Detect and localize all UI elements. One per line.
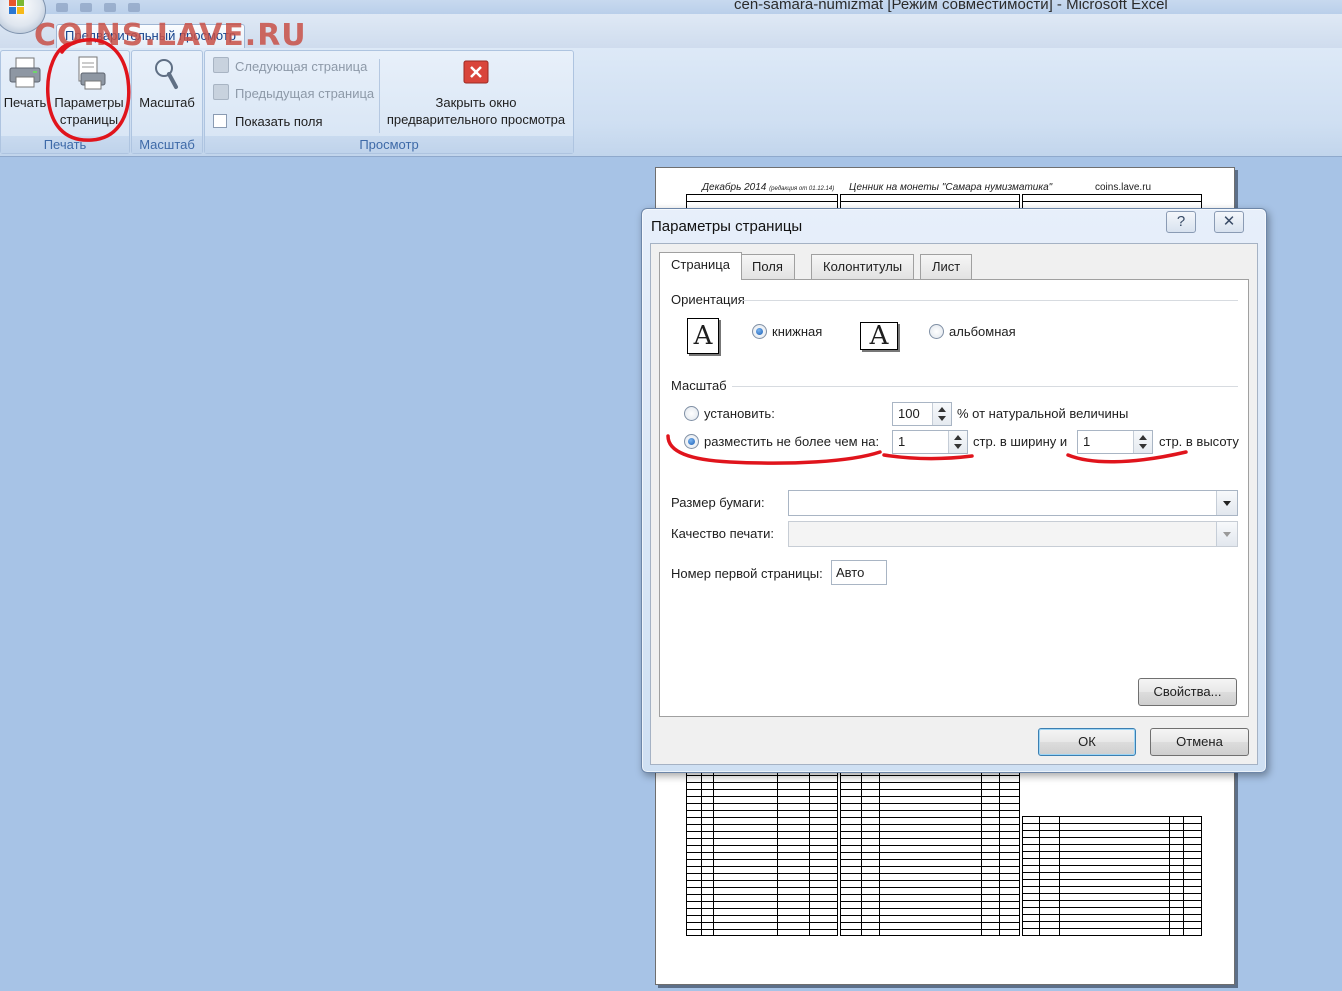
- ok-button[interactable]: ОК: [1038, 728, 1136, 756]
- orientation-heading: Ориентация: [671, 292, 745, 307]
- portrait-icon: A: [687, 318, 719, 354]
- scale-fit-radio[interactable]: [684, 434, 699, 449]
- fit-width-value: 1: [898, 434, 906, 449]
- ribbon: Печать Параметры страницы Печать Масштаб…: [0, 48, 1342, 157]
- first-page-number-label: Номер первой страницы:: [671, 566, 823, 581]
- next-page-icon: [213, 57, 229, 73]
- price-table-3-bottom: [1022, 816, 1202, 936]
- scale-percent-value: 100: [898, 406, 920, 421]
- tab-sheet[interactable]: Лист: [920, 254, 973, 279]
- landscape-icon: A: [860, 322, 898, 350]
- close-preview-button[interactable]: Закрыть окно предварительного просмотра: [381, 55, 571, 128]
- paper-size-label: Размер бумаги:: [671, 495, 765, 510]
- tab-page[interactable]: Страница: [659, 252, 742, 280]
- spinner-arrows-icon[interactable]: [948, 431, 967, 453]
- fit-width-suffix: стр. в ширину и: [973, 434, 1068, 449]
- close-icon[interactable]: ✕: [1214, 211, 1244, 233]
- group-separator: [379, 59, 380, 133]
- page-setup-icon: [71, 55, 107, 91]
- tab-panel-page: Ориентация A книжная A альбомная Масштаб…: [659, 279, 1249, 717]
- tab-header-footer[interactable]: Колонтитулы: [811, 254, 915, 279]
- magnifier-icon: [149, 55, 185, 91]
- price-table-2-bottom: [840, 768, 1020, 936]
- dialog-title: Параметры страницы: [651, 218, 803, 235]
- portrait-label[interactable]: книжная: [772, 324, 822, 339]
- print-button[interactable]: Печать: [3, 55, 47, 111]
- group-label-zoom: Масштаб: [132, 136, 202, 153]
- tab-margins[interactable]: Поля: [740, 254, 795, 279]
- spinner-arrows-icon[interactable]: [1133, 431, 1152, 453]
- redo-icon[interactable]: [104, 3, 116, 12]
- page-header: Декабрь 2014 (редакция от 01.12.14) Ценн…: [702, 182, 1152, 193]
- dialog-body: Страница Поля Колонтитулы Лист Ориентаци…: [650, 243, 1258, 765]
- previous-page-icon: [213, 84, 229, 100]
- group-preview: Следующая страница Предыдущая страница П…: [204, 50, 574, 154]
- group-zoom: Масштаб Масштаб: [131, 50, 203, 154]
- window-title: cen-samara-numizmat [Режим совместимости…: [734, 0, 1168, 13]
- help-icon[interactable]: ?: [1166, 211, 1196, 233]
- save-icon[interactable]: [56, 3, 68, 12]
- print-quality-select[interactable]: [788, 521, 1238, 547]
- title-bar: cen-samara-numizmat [Режим совместимости…: [0, 0, 1342, 14]
- orientation-divider: [742, 300, 1238, 301]
- fit-height-suffix: стр. в высоту: [1159, 434, 1239, 449]
- first-page-number-input[interactable]: Авто: [831, 560, 887, 585]
- landscape-label[interactable]: альбомная: [949, 324, 1016, 339]
- scale-percent-spinner[interactable]: 100: [892, 402, 952, 426]
- zoom-button[interactable]: Масштаб: [136, 55, 198, 111]
- paper-size-select[interactable]: [788, 490, 1238, 516]
- landscape-radio[interactable]: [929, 324, 944, 339]
- scale-set-radio[interactable]: [684, 406, 699, 421]
- scale-percent-suffix: % от натуральной величины: [957, 406, 1129, 421]
- dropdown-arrow-icon[interactable]: [1216, 491, 1237, 515]
- page-setup-dialog: Параметры страницы ? ✕ Страница Поля Кол…: [641, 208, 1267, 773]
- cancel-button[interactable]: Отмена: [1150, 728, 1249, 756]
- dropdown-arrow-icon[interactable]: [1216, 522, 1237, 546]
- qat-dropdown-icon[interactable]: [128, 3, 140, 12]
- portrait-radio[interactable]: [752, 324, 767, 339]
- group-print: Печать Параметры страницы Печать: [0, 50, 130, 154]
- printer-icon: [7, 55, 43, 91]
- close-preview-icon: [458, 55, 494, 91]
- quick-access-toolbar[interactable]: [56, 0, 152, 12]
- page-setup-button[interactable]: Параметры страницы: [51, 55, 127, 128]
- scale-fit-label[interactable]: разместить не более чем на:: [704, 434, 879, 449]
- undo-icon[interactable]: [80, 3, 92, 12]
- group-label-print: Печать: [1, 136, 129, 153]
- price-table-1-bottom: [686, 768, 838, 936]
- show-margins-checkbox[interactable]: Показать поля: [213, 111, 322, 133]
- scale-heading: Масштаб: [671, 378, 727, 393]
- group-label-preview: Просмотр: [205, 136, 573, 153]
- scale-set-label[interactable]: установить:: [704, 406, 775, 421]
- fit-width-spinner[interactable]: 1: [892, 430, 968, 454]
- checkbox-icon: [213, 114, 227, 128]
- next-page-button[interactable]: Следующая страница: [213, 56, 367, 78]
- spinner-arrows-icon[interactable]: [932, 403, 951, 425]
- properties-button[interactable]: Свойства...: [1138, 678, 1237, 706]
- scale-divider: [732, 386, 1238, 387]
- previous-page-button[interactable]: Предыдущая страница: [213, 83, 374, 105]
- fit-height-spinner[interactable]: 1: [1077, 430, 1153, 454]
- office-logo-icon: [9, 0, 25, 15]
- print-quality-label: Качество печати:: [671, 526, 774, 541]
- fit-height-value: 1: [1083, 434, 1091, 449]
